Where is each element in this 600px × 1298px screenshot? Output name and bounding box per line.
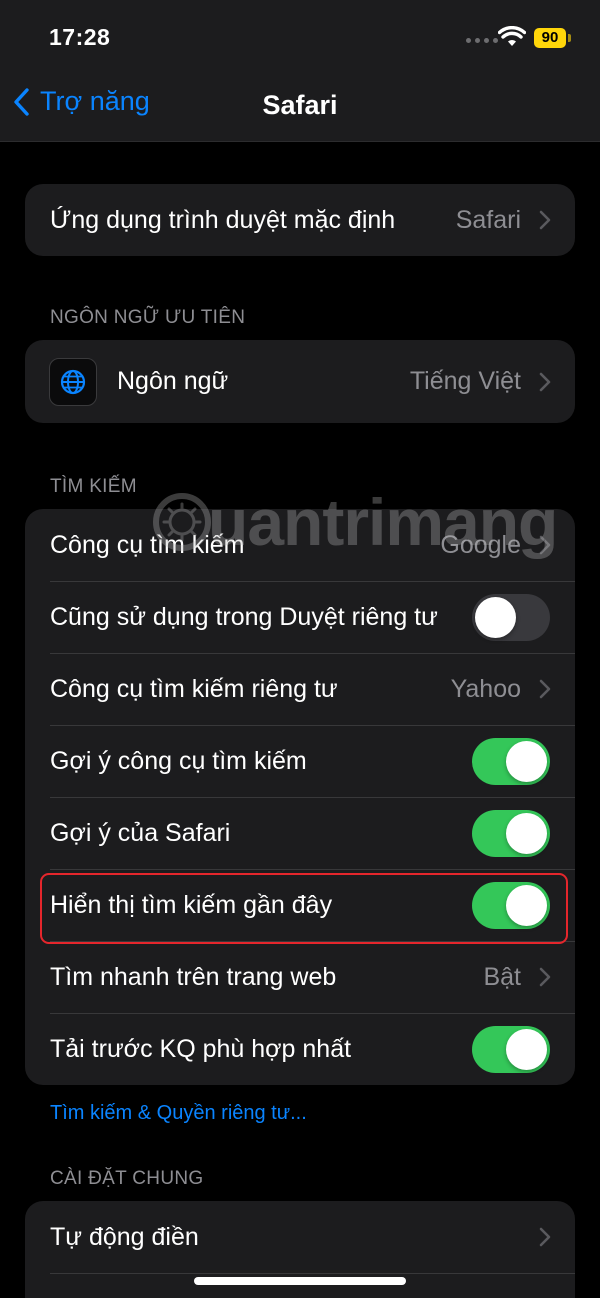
status-time: 17:28	[49, 24, 111, 50]
quick-website-search-row[interactable]: Tìm nhanh trên trang web Bật	[25, 941, 575, 1013]
row-label: Tìm nhanh trên trang web	[50, 962, 337, 991]
row-value: Google	[440, 530, 521, 559]
language-group: Ngôn ngữ Tiếng Việt	[25, 340, 575, 423]
language-row[interactable]: Ngôn ngữ Tiếng Việt	[25, 340, 575, 423]
private-search-engine-row[interactable]: Công cụ tìm kiếm riêng tư Yahoo	[25, 653, 575, 725]
wifi-icon	[498, 26, 526, 46]
row-label: Tự động điền	[50, 1222, 199, 1251]
row-label: Cũng sử dụng trong Duyệt riêng tư	[50, 602, 438, 631]
section-header-search: TÌM KIẾM	[50, 476, 137, 497]
toggle-knob	[506, 740, 547, 782]
private-browsing-toggle[interactable]	[472, 593, 550, 641]
chevron-right-icon	[539, 679, 551, 699]
private-browsing-row: Cũng sử dụng trong Duyệt riêng tư	[25, 581, 575, 653]
row-label: Hiển thị tìm kiếm gần đây	[50, 890, 333, 919]
section-header-language: NGÔN NGỮ ƯU TIÊN	[50, 307, 246, 328]
toggle-knob	[506, 812, 547, 854]
cellular-signal-icon	[466, 38, 498, 43]
search-group: Công cụ tìm kiếm Google Cũng sử dụng tro…	[25, 509, 575, 1085]
toggle-knob	[506, 884, 547, 926]
row-label: Gợi ý công cụ tìm kiếm	[50, 746, 307, 775]
chevron-right-icon	[539, 1227, 551, 1247]
safari-suggestions-row: Gợi ý của Safari	[25, 797, 575, 869]
row-label: Gợi ý của Safari	[50, 818, 231, 847]
row-value: Yahoo	[450, 674, 521, 703]
row-label: Ứng dụng trình duyệt mặc định	[50, 205, 396, 234]
globe-icon	[49, 357, 97, 406]
chevron-right-icon	[539, 372, 551, 391]
search-engine-suggestions-toggle[interactable]	[472, 737, 550, 785]
row-label: Ngôn ngữ	[117, 367, 229, 395]
section-header-general: CÀI ĐẶT CHUNG	[50, 1168, 204, 1189]
row-label: Công cụ tìm kiếm riêng tư	[50, 674, 338, 703]
battery-indicator: 90	[534, 28, 566, 48]
chevron-right-icon	[539, 535, 551, 555]
search-engine-row[interactable]: Công cụ tìm kiếm Google	[25, 509, 575, 581]
search-privacy-link[interactable]: Tìm kiếm & Quyền riêng tư...	[50, 1102, 307, 1125]
row-label: Công cụ tìm kiếm	[50, 530, 245, 559]
default-browser-row[interactable]: Ứng dụng trình duyệt mặc định Safari	[25, 184, 575, 256]
row-value: Bật	[483, 962, 521, 991]
safari-suggestions-toggle[interactable]	[472, 809, 550, 857]
show-recent-searches-toggle[interactable]	[472, 881, 550, 929]
preload-top-hit-row: Tải trước KQ phù hợp nhất	[25, 1013, 575, 1085]
row-value: Tiếng Việt	[409, 367, 521, 395]
home-indicator	[194, 1277, 406, 1285]
chevron-right-icon	[539, 210, 551, 230]
show-recent-searches-row: Hiển thị tìm kiếm gần đây	[25, 869, 575, 941]
battery-tip	[568, 34, 571, 42]
default-browser-group: Ứng dụng trình duyệt mặc định Safari	[25, 184, 575, 256]
preload-top-hit-toggle[interactable]	[472, 1025, 550, 1073]
autofill-row[interactable]: Tự động điền	[25, 1201, 575, 1273]
page-title: Safari	[262, 90, 338, 120]
row-value: Safari	[455, 205, 521, 234]
toggle-knob	[506, 1028, 547, 1070]
row-label: Tải trước KQ phù hợp nhất	[50, 1034, 352, 1063]
chevron-right-icon	[539, 967, 551, 987]
toggle-knob	[475, 596, 516, 638]
navigation-bar: 17:28 90 Trợ năng Safari	[0, 0, 600, 142]
search-engine-suggestions-row: Gợi ý công cụ tìm kiếm	[25, 725, 575, 797]
